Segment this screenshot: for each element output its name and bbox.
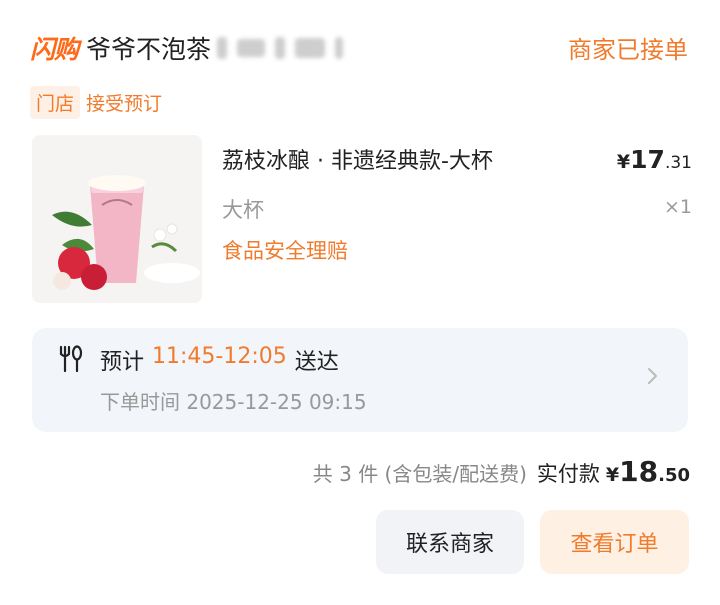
- price-cents: .31: [664, 153, 692, 173]
- eta-line: 预计 11:45-12:05 送达: [100, 344, 339, 376]
- shop-tags: 门店 接受预订: [30, 86, 162, 119]
- pay-int: 18: [619, 455, 659, 488]
- lychee-drink-icon: [32, 135, 202, 303]
- food-safety-claim-link[interactable]: 食品安全理赔: [222, 235, 348, 265]
- eta-prefix: 预计: [100, 350, 145, 375]
- pay-currency: ¥: [605, 464, 620, 486]
- delivery-info-box[interactable]: 预计 11:45-12:05 送达 下单时间 2025-12-25 09:15: [32, 328, 688, 432]
- eta-suffix: 送达: [294, 350, 339, 375]
- order-total: 共 3 件 (含包装/配送费) 实付款 ¥18.50: [313, 455, 690, 488]
- product-quantity: ×1: [663, 196, 692, 218]
- order-status: 商家已接单: [568, 36, 688, 64]
- chevron-right-icon[interactable]: [642, 366, 662, 386]
- view-order-button[interactable]: 查看订单: [540, 510, 689, 574]
- fork-spoon-icon: [59, 345, 83, 373]
- product-spec: 大杯: [222, 198, 264, 222]
- redacted-text: [217, 37, 344, 59]
- tag-preorder: 接受预订: [86, 93, 163, 115]
- pay-amount: ¥18.50: [606, 455, 690, 488]
- tag-store: 门店: [30, 86, 81, 119]
- item-count-summary: 共 3 件 (含包装/配送费): [312, 462, 527, 486]
- contact-merchant-button[interactable]: 联系商家: [376, 510, 524, 574]
- product-name[interactable]: 荔枝冰酿 · 非遗经典款-大杯: [222, 143, 493, 175]
- order-header: 闪购 爷爷不泡茶: [30, 28, 344, 68]
- order-time: 下单时间 2025-12-25 09:15: [100, 390, 367, 414]
- product-price: ¥17.31: [617, 145, 692, 174]
- pay-label: 实付款: [536, 462, 600, 486]
- price-int: 17: [630, 145, 665, 174]
- price-currency: ¥: [616, 151, 631, 173]
- order-card[interactable]: 闪购 爷爷不泡茶 商家已接单 门店 接受预订 荔枝冰酿 · 非遗经典款-大杯 ¥…: [0, 0, 720, 605]
- shangou-logo: 闪购: [30, 35, 79, 64]
- shop-name[interactable]: 爷爷不泡茶: [86, 30, 211, 66]
- product-image[interactable]: [32, 135, 202, 303]
- eta-time: 11:45-12:05: [152, 344, 287, 369]
- pay-cents: .50: [658, 465, 690, 486]
